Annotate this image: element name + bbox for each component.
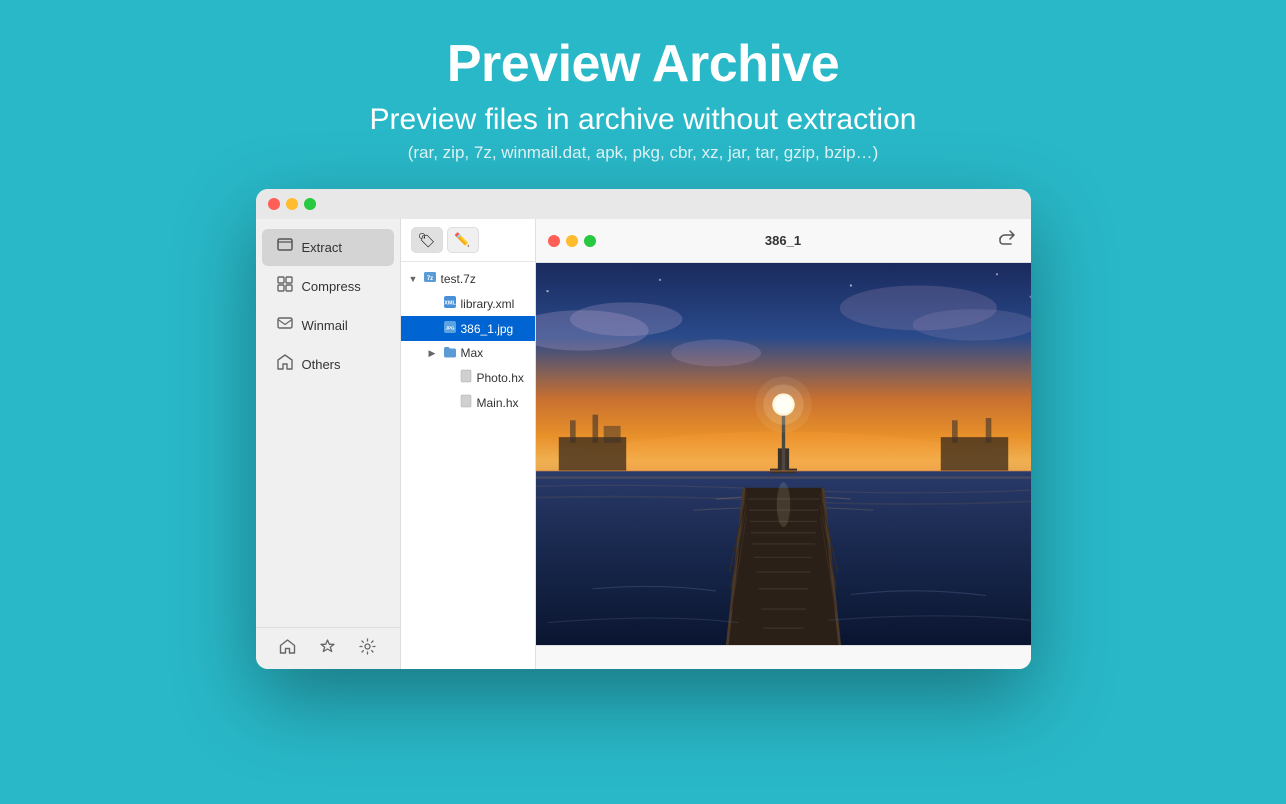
preview-image-container [536,263,1031,645]
tree-root[interactable]: ▼ 7z test.7z [401,266,535,291]
preview-titlebar: 386_1 [536,219,1031,263]
main-file-icon [459,394,473,411]
photo-file-icon [459,369,473,386]
tree-item-photo[interactable]: Photo.hx [401,365,535,390]
close-button[interactable] [268,198,280,210]
library-filename: library.xml [461,297,515,311]
sidebar-extract-label: Extract [302,240,342,255]
mac-window: Extract Compress [256,189,1031,669]
extract-icon [276,236,294,259]
svg-text:XML: XML [444,301,456,307]
formats-text: (rar, zip, 7z, winmail.dat, apk, pkg, cb… [370,143,917,163]
sidebar-winmail-label: Winmail [302,318,348,333]
window-body: Extract Compress [256,219,1031,669]
tree-item-386jpg[interactable]: JPG 386_1.jpg [401,316,535,341]
sidebar-item-compress[interactable]: Compress [262,268,394,305]
svg-text:7z: 7z [426,276,432,282]
toolbar-tag-btn[interactable]: 🏷 [411,227,443,253]
archive-name: test.7z [441,272,476,286]
traffic-lights [268,198,316,210]
file-tree: ▼ 7z test.7z [401,262,535,669]
pencil-icon: ✏️ [454,232,470,248]
xml-icon: XML [443,295,457,312]
sidebar-item-others[interactable]: Others [262,346,394,383]
compress-icon [276,275,294,298]
sidebar: Extract Compress [256,219,401,669]
jpg-icon: JPG [443,320,457,337]
toolbar-edit-btn[interactable]: ✏️ [447,227,479,253]
preview-min-btn[interactable] [566,235,578,247]
star-footer-btn[interactable] [319,638,336,659]
sidebar-item-extract[interactable]: Extract [262,229,394,266]
sidebar-item-winmail[interactable]: Winmail [262,307,394,344]
archive-icon: 7z [423,270,437,287]
tree-item-max-folder[interactable]: ▶ Max [401,341,535,365]
app-background: Preview Archive Preview files in archive… [0,0,1286,804]
tree-item-main[interactable]: Main.hx [401,390,535,415]
header-section: Preview Archive Preview files in archive… [370,0,917,163]
sidebar-footer [256,627,400,669]
jpg-filename: 386_1.jpg [461,322,514,336]
sidebar-compress-label: Compress [302,279,361,294]
app-title: Preview Archive [370,36,917,93]
folder-icon [443,345,457,361]
svg-text:JPG: JPG [445,326,455,331]
folder-chevron: ▶ [429,348,439,359]
preview-bottom-bar [536,645,1031,669]
main-filename: Main.hx [477,396,519,410]
max-foldername: Max [461,346,484,360]
preview-max-btn[interactable] [584,235,596,247]
root-chevron: ▼ [409,274,419,284]
share-button[interactable] [997,228,1017,253]
app-subtitle: Preview files in archive without extract… [370,103,917,137]
preview-area: 386_1 [536,219,1031,669]
preview-title: 386_1 [765,233,801,248]
preview-close-btn[interactable] [548,235,560,247]
title-bar [256,189,1031,219]
file-list-area: 🏷 ✏️ ▼ 7z [401,219,536,669]
winmail-icon [276,314,294,337]
settings-footer-btn[interactable] [359,638,376,659]
preview-traffic-lights [548,235,596,247]
minimize-button[interactable] [286,198,298,210]
toolbar: 🏷 ✏️ [401,219,535,262]
maximize-button[interactable] [304,198,316,210]
home-footer-btn[interactable] [279,638,296,659]
photo-filename: Photo.hx [477,371,524,385]
pier-image [536,263,1031,645]
tree-item-library[interactable]: XML library.xml [401,291,535,316]
tag-icon: 🏷 [418,232,436,249]
sidebar-items: Extract Compress [256,219,400,627]
others-icon [276,353,294,376]
sidebar-others-label: Others [302,357,341,372]
